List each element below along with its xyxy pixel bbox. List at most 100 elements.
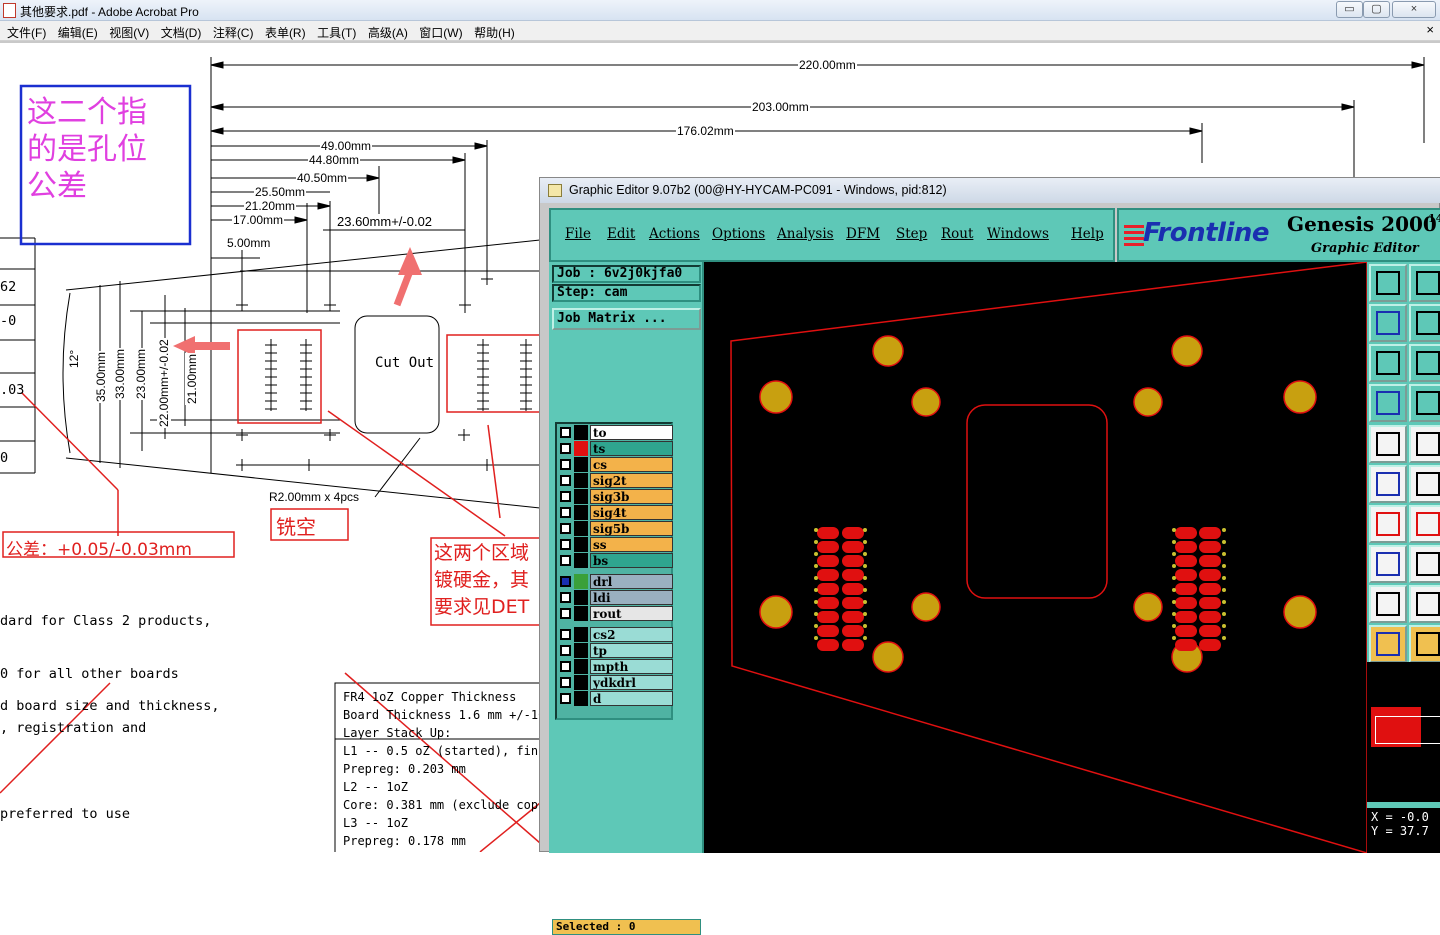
layer-color-swatch[interactable] <box>574 457 588 472</box>
layer-name[interactable]: ydkdrl <box>590 675 673 690</box>
pan-tool-button[interactable] <box>1409 264 1440 302</box>
menu-view[interactable]: 视图(V) <box>102 21 149 41</box>
layer-checkbox[interactable] <box>560 677 571 688</box>
layer-color-swatch[interactable] <box>574 505 588 520</box>
select-tool-button[interactable] <box>1369 425 1407 463</box>
menu-forms[interactable]: 表单(R) <box>258 21 306 41</box>
layer-checkbox[interactable] <box>560 459 571 470</box>
layer-checkbox[interactable] <box>560 507 571 518</box>
layer-name[interactable]: tp <box>590 643 673 658</box>
layer-row-ts[interactable]: ts <box>560 441 674 456</box>
layer-name[interactable]: cs <box>590 457 673 472</box>
delete-tool-button[interactable] <box>1409 465 1440 503</box>
pointer-select-tool-button[interactable] <box>1409 625 1440 663</box>
layer-color-swatch[interactable] <box>574 675 588 690</box>
gmenu-help[interactable]: Help <box>1071 226 1104 242</box>
gmenu-options[interactable]: Options <box>712 226 765 242</box>
layer-checkbox[interactable] <box>560 539 571 550</box>
layer-name[interactable]: drl <box>590 574 673 589</box>
layer-row-drl[interactable]: drl <box>560 574 674 589</box>
line-tool-button[interactable] <box>1369 505 1407 543</box>
layer-color-swatch[interactable] <box>574 643 588 658</box>
layer-name[interactable]: sig4t <box>590 505 673 520</box>
layer-row-ldi[interactable]: ldi <box>560 590 674 605</box>
maximize-button[interactable]: ▢ <box>1363 1 1390 18</box>
layer-checkbox[interactable] <box>560 592 571 603</box>
connect-tool-button[interactable] <box>1369 465 1407 503</box>
layer-name[interactable]: cs2 <box>590 627 673 642</box>
layer-color-swatch[interactable] <box>574 574 588 589</box>
gmenu-edit[interactable]: Edit <box>607 226 635 242</box>
layer-name[interactable]: ts <box>590 441 673 456</box>
layer-color-swatch[interactable] <box>574 659 588 674</box>
layer-row-mpth[interactable]: mpth <box>560 659 674 674</box>
menu-help[interactable]: 帮助(H) <box>467 21 515 41</box>
layer-checkbox[interactable] <box>560 427 571 438</box>
layer-color-swatch[interactable] <box>574 425 588 440</box>
gmenu-step[interactable]: Step <box>896 226 927 242</box>
zoom-out-tool-button[interactable] <box>1409 304 1440 342</box>
layer-color-swatch[interactable] <box>574 590 588 605</box>
layer-name[interactable]: sig5b <box>590 521 673 536</box>
triangle-tool-button[interactable] <box>1369 585 1407 623</box>
layer-name[interactable]: mpth <box>590 659 673 674</box>
layer-name[interactable]: to <box>590 425 673 440</box>
layer-checkbox[interactable] <box>560 629 571 640</box>
gmenu-file[interactable]: File <box>565 226 591 242</box>
menu-file[interactable]: 文件(F) <box>0 21 46 41</box>
layer-color-swatch[interactable] <box>574 606 588 621</box>
layer-row-to[interactable]: to <box>560 425 674 440</box>
menu-comments[interactable]: 注释(C) <box>206 21 254 41</box>
layer-row-ydkdrl[interactable]: ydkdrl <box>560 675 674 690</box>
move-tool-button[interactable] <box>1409 344 1440 382</box>
zoom-in-tool-button[interactable] <box>1369 304 1407 342</box>
gmenu-dfm[interactable]: DFM <box>846 226 880 242</box>
layer-name[interactable]: ldi <box>590 590 673 605</box>
layer-checkbox[interactable] <box>560 475 571 486</box>
gmenu-rout[interactable]: Rout <box>941 226 973 242</box>
layer-checkbox[interactable] <box>560 576 571 587</box>
graphic-canvas[interactable] <box>704 262 1367 853</box>
layer-checkbox[interactable] <box>560 661 571 672</box>
job-field[interactable]: Job : 6v2j0kjfa0 <box>552 265 701 283</box>
layer-row-ss[interactable]: ss <box>560 537 674 552</box>
layer-row-sig3b[interactable]: sig3b <box>560 489 674 504</box>
layer-name[interactable]: sig3b <box>590 489 673 504</box>
menu-document[interactable]: 文档(D) <box>154 21 202 41</box>
layer-checkbox[interactable] <box>560 491 571 502</box>
layer-checkbox[interactable] <box>560 555 571 566</box>
minimize-button[interactable]: ▭ <box>1336 1 1363 18</box>
layer-name[interactable]: bs <box>590 553 673 568</box>
layer-color-swatch[interactable] <box>574 489 588 504</box>
layer-row-cs2[interactable]: cs2 <box>560 627 674 642</box>
layer-row-cs[interactable]: cs <box>560 457 674 472</box>
fit-tool-button[interactable] <box>1369 264 1407 302</box>
layer-name[interactable]: sig2t <box>590 473 673 488</box>
layer-row-sig2t[interactable]: sig2t <box>560 473 674 488</box>
pad-tool-button[interactable] <box>1369 545 1407 583</box>
menu-window[interactable]: 窗口(W) <box>412 21 462 41</box>
layer-color-swatch[interactable] <box>574 553 588 568</box>
split-tool-button[interactable] <box>1409 545 1440 583</box>
layer-checkbox[interactable] <box>560 608 571 619</box>
layer-checkbox[interactable] <box>560 443 571 454</box>
layer-color-swatch[interactable] <box>574 537 588 552</box>
layer-name[interactable]: d <box>590 691 673 706</box>
layer-checkbox[interactable] <box>560 523 571 534</box>
layer-name[interactable]: rout <box>590 606 673 621</box>
layer-color-swatch[interactable] <box>574 473 588 488</box>
job-matrix-button[interactable]: Job Matrix ... <box>552 308 701 330</box>
layer-color-swatch[interactable] <box>574 441 588 456</box>
zoom-fit-tool-button[interactable] <box>1369 344 1407 382</box>
layer-row-sig4t[interactable]: sig4t <box>560 505 674 520</box>
layer-checkbox[interactable] <box>560 645 571 656</box>
snap-tool-button[interactable] <box>1409 384 1440 422</box>
layer-name[interactable]: ss <box>590 537 673 552</box>
layer-row-d[interactable]: d <box>560 691 674 706</box>
measure-tool-button[interactable] <box>1369 384 1407 422</box>
layer-row-sig5b[interactable]: sig5b <box>560 521 674 536</box>
menu-tools[interactable]: 工具(T) <box>310 21 356 41</box>
gmenu-analysis[interactable]: Analysis <box>777 226 834 242</box>
layer-color-swatch[interactable] <box>574 627 588 642</box>
layer-color-swatch[interactable] <box>574 691 588 706</box>
